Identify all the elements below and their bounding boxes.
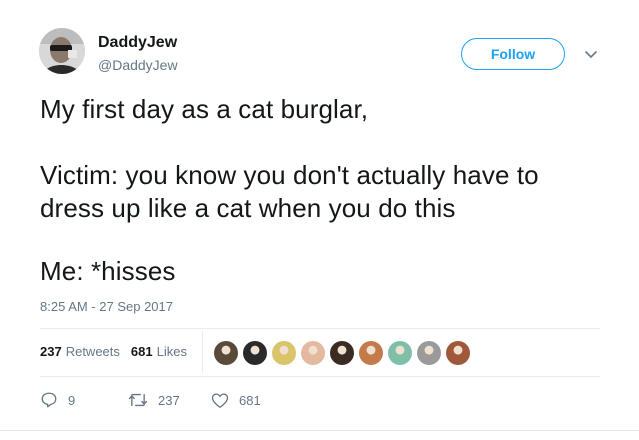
reply-icon <box>41 392 57 408</box>
liker-avatar[interactable] <box>272 341 296 365</box>
liker-avatar[interactable] <box>417 341 441 365</box>
liker-avatar[interactable] <box>388 341 412 365</box>
tweet-actions: 9 237 681 <box>40 391 261 409</box>
retweet-button[interactable]: 237 <box>128 391 208 409</box>
display-name[interactable]: DaddyJew <box>98 34 177 52</box>
divider <box>40 376 600 377</box>
divider <box>0 430 639 431</box>
reply-button[interactable]: 9 <box>40 391 100 409</box>
likers-avatars <box>214 341 475 365</box>
user-handle[interactable]: @DaddyJew <box>98 57 178 73</box>
tweet-text-line: dress up like a cat when you do this <box>40 193 456 223</box>
tweet-text-line: Victim: you know you don't actually have… <box>40 160 539 190</box>
tweet-text-line: Me: *hisses <box>40 256 176 286</box>
tweet-timestamp[interactable]: 8:25 AM - 27 Sep 2017 <box>40 299 173 314</box>
divider <box>202 331 203 373</box>
like-count: 681 <box>239 392 261 408</box>
liker-avatar[interactable] <box>301 341 325 365</box>
liker-avatar[interactable] <box>446 341 470 365</box>
liker-avatar[interactable] <box>214 341 238 365</box>
tweet-stats: 237 Retweets 681 Likes <box>40 344 198 359</box>
likes-label: Likes <box>156 344 187 359</box>
divider <box>40 328 600 329</box>
retweets-count: 237 <box>40 344 62 359</box>
liker-avatar[interactable] <box>359 341 383 365</box>
follow-button[interactable]: Follow <box>461 38 565 70</box>
tweet-card: DaddyJew @DaddyJew Follow My first day a… <box>0 0 639 440</box>
retweets-stat[interactable]: 237 Retweets <box>40 344 120 359</box>
like-button[interactable]: 681 <box>211 392 261 409</box>
likes-count: 681 <box>130 344 153 359</box>
retweets-label: Retweets <box>65 344 120 359</box>
chevron-down-icon[interactable] <box>584 48 598 62</box>
retweet-count: 237 <box>158 392 180 408</box>
retweet-icon <box>128 393 148 407</box>
likes-stat[interactable]: 681 Likes <box>131 344 187 359</box>
tweet-text-line: My first day as a cat burglar, <box>40 94 369 124</box>
reply-count: 9 <box>68 392 76 408</box>
heart-icon <box>211 392 229 408</box>
liker-avatar[interactable] <box>330 341 354 365</box>
liker-avatar[interactable] <box>243 341 267 365</box>
avatar[interactable] <box>39 28 85 74</box>
